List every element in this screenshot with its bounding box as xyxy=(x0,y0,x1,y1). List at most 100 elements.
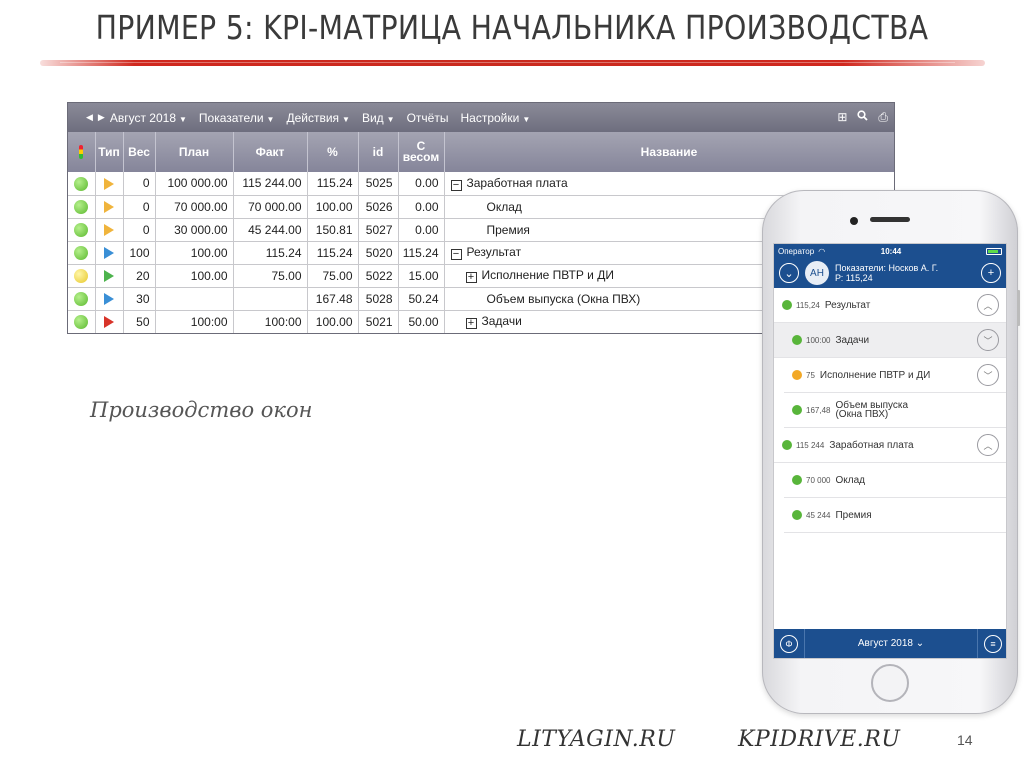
status-cell xyxy=(68,241,96,265)
avatar[interactable]: АН xyxy=(805,261,829,285)
collapse-icon[interactable]: − xyxy=(450,179,462,191)
indicator-name[interactable]: Заработная плата xyxy=(467,176,568,190)
status-dot-icon xyxy=(782,440,792,450)
item-label-line1: Результат xyxy=(824,299,871,311)
header-title: Показатели: Носков А. Г. xyxy=(835,263,939,273)
slide-caption: Производство окон xyxy=(90,398,313,422)
type-flag-icon xyxy=(104,178,114,191)
item-label: Задачи xyxy=(835,335,869,345)
status-cell xyxy=(68,310,96,333)
table-row[interactable]: 0 100 000.00 115 244.00 115.24 5025 0.00− Зара… xyxy=(68,172,894,196)
column-header-fact[interactable]: Факт xyxy=(233,132,308,172)
indicator-name[interactable]: Исполнение ПВТР и ДИ xyxy=(482,268,614,282)
menu-icon: ≡ xyxy=(984,634,1002,653)
item-label-line1: Оклад xyxy=(835,474,865,486)
column-header-weight[interactable]: Вес xyxy=(123,132,156,172)
filter-icon: Φ xyxy=(780,634,798,653)
menu-settings[interactable]: Настройки ▼ xyxy=(460,111,530,125)
list-item[interactable]: 45 244 Премия xyxy=(784,498,1006,533)
column-header-plan[interactable]: План xyxy=(155,132,234,172)
item-value: 115 244 xyxy=(796,440,825,450)
plan-cell: 100 000.00 xyxy=(155,172,234,196)
percent-cell: 100.00 xyxy=(307,195,359,219)
chevron-down-icon: ▼ xyxy=(342,114,350,124)
weight-cell: 100 xyxy=(123,241,156,265)
period-menu[interactable]: Август 2018 ▼ xyxy=(110,111,187,125)
tab-left[interactable]: Φ xyxy=(774,629,804,658)
item-label: Премия xyxy=(835,510,871,520)
weighted-cell: 0.00 xyxy=(398,195,445,219)
weight-cell: 50 xyxy=(123,310,156,333)
weighted-bottom-label: весом xyxy=(402,150,440,164)
percent-cell: 75.00 xyxy=(307,264,359,288)
column-header-id[interactable]: id xyxy=(358,132,399,172)
chevron-down-icon: ▼ xyxy=(266,114,275,124)
footer-site-kpidrive[interactable]: KPIDRIVE.RU xyxy=(738,727,900,752)
chevron-down-icon[interactable]: ﹀ xyxy=(977,364,999,386)
prev-period-icon[interactable]: ◀ xyxy=(86,112,93,123)
expand-icon[interactable]: + xyxy=(465,318,477,329)
slide-title: ПРИМЕР 5: KPI-МАТРИЦА НАЧАЛЬНИКА ПРОИЗВО… xyxy=(95,8,929,47)
column-header-name[interactable]: Название xyxy=(444,132,894,172)
list-item[interactable]: 115,24 Результат ︿ xyxy=(774,288,1006,323)
percent-cell: 115.24 xyxy=(307,241,359,265)
list-item[interactable]: 167,48 Объем выпуска (Окна ПВХ) xyxy=(784,393,1006,428)
status-cell xyxy=(68,218,96,242)
fact-cell: 115.24 xyxy=(233,241,308,265)
list-item[interactable]: 75 Исполнение ПВТР и ДИ ﹀ xyxy=(784,358,1006,393)
period-selector[interactable]: Август 2018 ⌄ xyxy=(804,629,978,658)
plan-cell: 100.00 xyxy=(155,241,234,265)
print-icon[interactable]: ⎙ xyxy=(878,110,888,125)
chevron-up-icon[interactable]: ︿ xyxy=(977,294,999,316)
collapse-icon[interactable]: − xyxy=(450,249,462,260)
list-item[interactable]: 70 000 Оклад xyxy=(784,463,1006,498)
column-header-type[interactable]: Тип xyxy=(95,132,124,172)
column-header-percent[interactable]: % xyxy=(307,132,359,172)
list-item[interactable]: 100:00 Задачи ﹀ xyxy=(774,323,1006,358)
menu-indicators[interactable]: Показатели ▼ xyxy=(199,111,275,125)
column-header-weighted[interactable]: Свесом xyxy=(398,132,445,172)
menu-actions-label: Действия xyxy=(286,110,340,125)
id-cell: 5027 xyxy=(358,218,399,242)
footer-site-lityagin[interactable]: LITYAGIN.RU xyxy=(517,727,675,752)
column-header-status[interactable] xyxy=(68,132,96,172)
phone-screen: Оператор ◠ 10:44 ⌄ АН Показатели: Носков… xyxy=(773,243,1007,659)
search-icon[interactable] xyxy=(857,110,869,125)
tab-right[interactable]: ≡ xyxy=(978,629,1006,658)
next-period-icon[interactable]: ▶ xyxy=(98,112,105,123)
menu-reports[interactable]: Отчёты xyxy=(407,111,449,125)
indicator-name[interactable]: Объем выпуска (Окна ПВХ) xyxy=(487,292,641,306)
item-label: Оклад xyxy=(835,474,865,486)
item-label-line1: Исполнение ПВТР и ДИ xyxy=(819,369,931,381)
grid-icon[interactable]: ⊞ xyxy=(837,110,847,125)
expand-icon[interactable]: + xyxy=(465,272,477,283)
list-item[interactable]: 115 244 Заработная плата ︿ xyxy=(774,428,1006,463)
fact-cell: 70 000.00 xyxy=(233,195,308,219)
fact-cell xyxy=(233,287,308,311)
menu-indicators-label: Показатели xyxy=(198,110,264,125)
status-cell xyxy=(68,264,96,288)
item-value: 100:00 xyxy=(806,335,831,345)
fact-cell: 45 244.00 xyxy=(233,218,308,242)
id-cell: 5028 xyxy=(358,287,399,311)
status-indicator-icon xyxy=(74,291,89,306)
table-header-row: Тип Вес План Факт % id Свесом Название xyxy=(68,132,894,172)
indicator-name[interactable]: Задачи xyxy=(482,314,522,328)
indicator-name[interactable]: Премия xyxy=(487,223,530,237)
indicator-name[interactable]: Оклад xyxy=(487,200,522,214)
indicator-name[interactable]: Результат xyxy=(467,245,522,259)
add-icon[interactable]: + xyxy=(981,263,1001,283)
plan-cell xyxy=(155,287,234,311)
type-cell xyxy=(95,264,124,288)
home-button[interactable] xyxy=(871,664,909,702)
type-flag-icon xyxy=(104,293,114,306)
collapse-chevron-icon[interactable]: ⌄ xyxy=(779,263,799,283)
chevron-up-icon[interactable]: ︿ xyxy=(977,434,999,456)
menu-view[interactable]: Вид ▼ xyxy=(362,111,395,125)
status-indicator-icon xyxy=(74,245,89,260)
chevron-down-icon[interactable]: ﹀ xyxy=(977,329,999,351)
type-cell xyxy=(95,241,124,265)
menu-actions[interactable]: Действия ▼ xyxy=(286,111,350,125)
toolbar-tools: ⊞ ⎙ xyxy=(837,110,894,125)
menu-settings-label: Настройки xyxy=(460,110,520,125)
